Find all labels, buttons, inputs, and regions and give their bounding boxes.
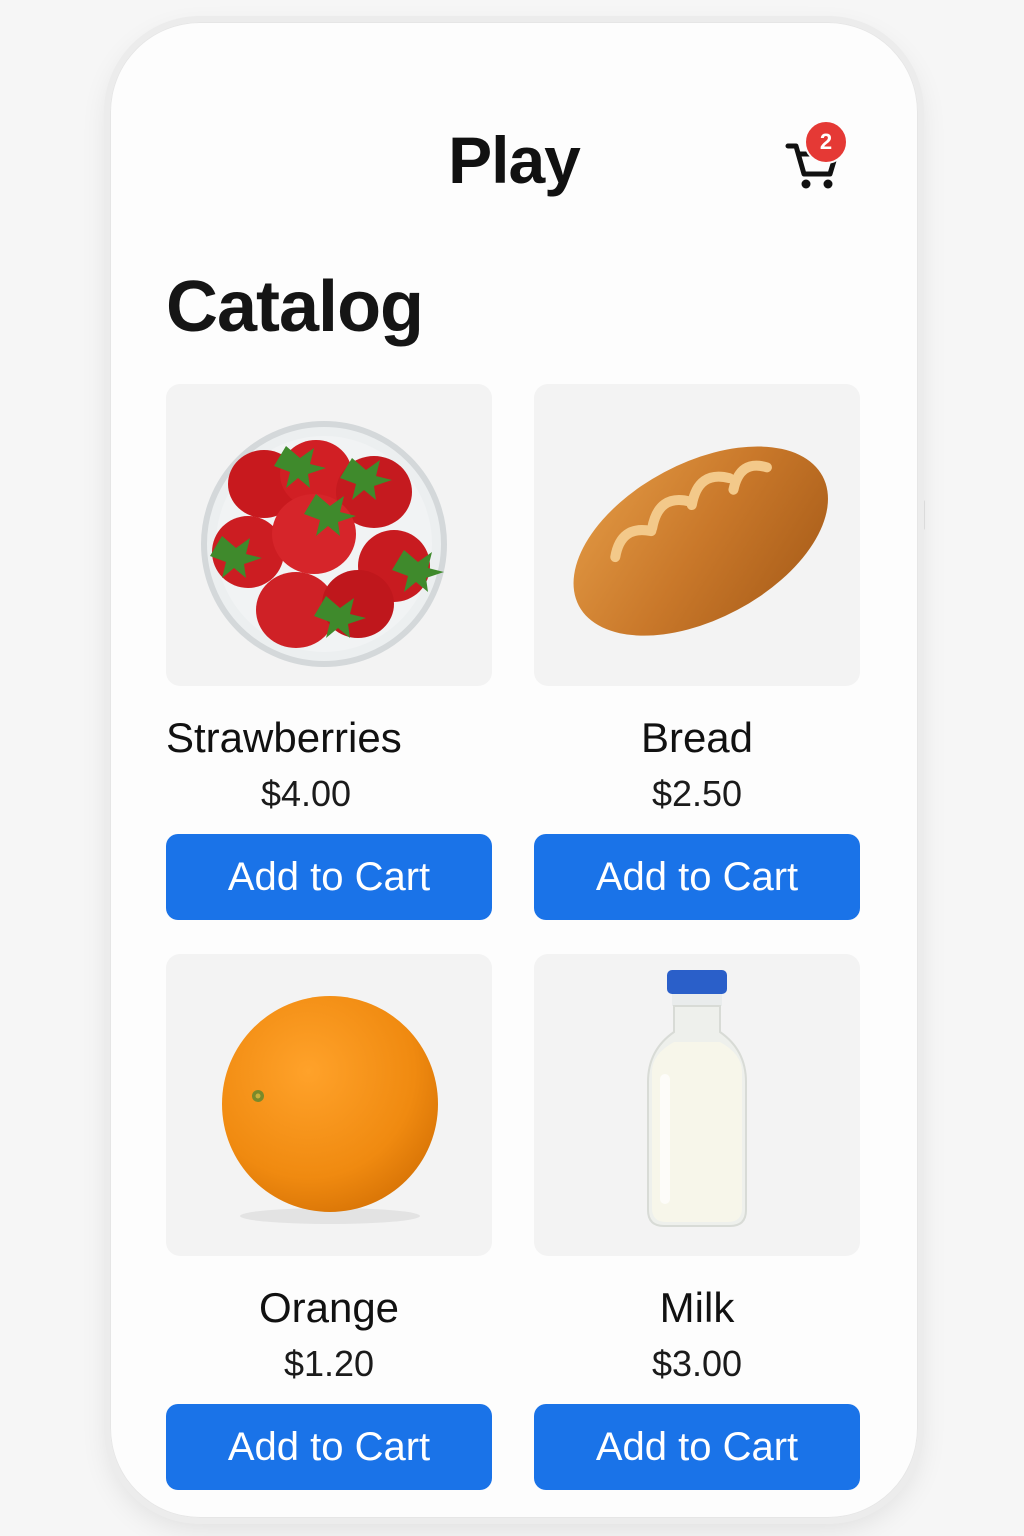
milk-image [647,970,747,1227]
product-price: $2.50 [651,773,743,814]
add-to-cart-button-orange[interactable]: Add to Cart [166,1404,492,1490]
product-card-strawberries: Strawberries $4.00 Add to Cart [166,384,492,920]
product-image-bread [534,384,860,686]
strawberries-image [201,421,447,667]
add-to-cart-button-strawberries[interactable]: Add to Cart [166,834,492,920]
product-price: $3.00 [651,1343,743,1384]
add-to-cart-button-milk[interactable]: Add to Cart [534,1404,860,1490]
catalog-title: Catalog [166,267,424,347]
cart-button[interactable]: 2 [780,120,850,192]
product-name: Orange [258,1284,400,1331]
product-name: Milk [659,1284,735,1331]
product-image-strawberries [166,384,492,686]
product-name: Strawberries [166,714,402,761]
phone-side-button [921,500,925,530]
product-card-bread: Bread $2.50 Add to Cart [534,384,860,920]
product-card-milk: Milk $3.00 Add to Cart [534,954,860,1490]
phone-screen: Play 2 Catalog Strawberries $4.00 Add to… [110,22,918,1518]
bread-image [573,446,828,636]
add-to-cart-button-bread[interactable]: Add to Cart [534,834,860,920]
product-name: Bread [640,714,754,761]
product-price: $1.20 [283,1343,375,1384]
product-image-orange [166,954,492,1256]
orange-image [222,996,438,1224]
product-image-milk [534,954,860,1256]
product-card-orange: Orange $1.20 Add to Cart [166,954,492,1490]
cart-count-badge: 2 [804,120,848,164]
product-price: $4.00 [260,773,352,814]
